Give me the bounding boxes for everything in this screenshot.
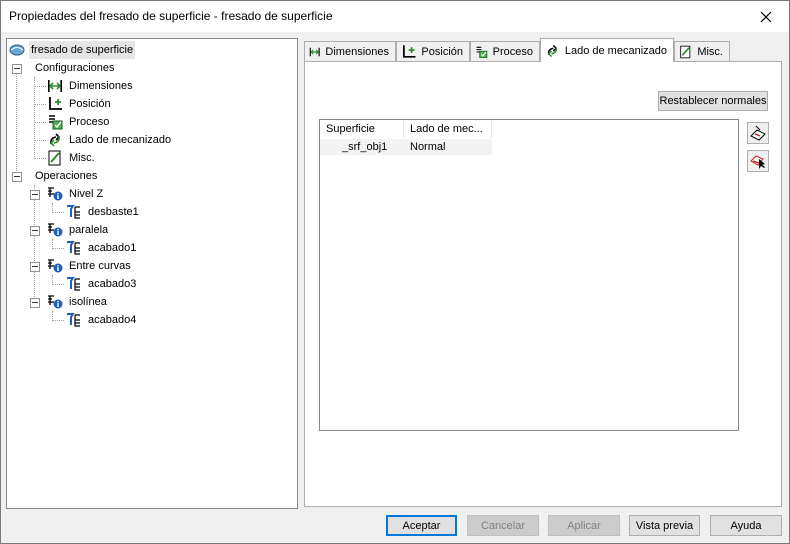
tree-item-dimensions[interactable]: Dimensiones <box>47 77 135 95</box>
tree-op-child[interactable]: desbaste1 <box>66 203 141 221</box>
properties-dialog: Propiedades del fresado de superficie - … <box>0 0 790 544</box>
tree-op-child-label: acabado4 <box>88 314 137 326</box>
tree-op-child-label: acabado1 <box>88 242 137 254</box>
title-bar: Propiedades del fresado de superficie - … <box>1 1 789 32</box>
tab-position[interactable]: Posición <box>396 41 470 61</box>
group-collapse-icon[interactable] <box>30 226 40 236</box>
tree-item-label: Posición <box>69 98 111 110</box>
tab-process[interactable]: Proceso <box>470 41 540 61</box>
misc-icon <box>48 150 61 166</box>
list-item[interactable]: _srf_obj1 Normal <box>320 139 492 155</box>
tree-op-group-label: isolínea <box>69 296 107 308</box>
operation-info-icon <box>48 187 63 201</box>
group-collapse-icon[interactable] <box>30 190 40 200</box>
operation-info-icon <box>48 223 63 237</box>
configs-collapse-icon[interactable] <box>12 64 22 74</box>
tree-op-group[interactable]: isolínea <box>47 293 109 311</box>
surface-flip-icon <box>750 125 766 141</box>
tree-root-label: fresado de superficie <box>29 41 136 59</box>
dimensions-icon <box>309 47 320 56</box>
machining-side-icon <box>547 44 558 57</box>
select-surface-button[interactable] <box>747 150 769 172</box>
apply-button[interactable]: Aplicar <box>548 515 620 536</box>
accept-button[interactable]: Aceptar <box>386 515 457 536</box>
tree-item-process[interactable]: Proceso <box>47 113 111 131</box>
list-header: Superficie Lado de mec... <box>320 120 492 138</box>
position-icon <box>49 97 62 110</box>
cell-surface: _srf_obj1 <box>342 141 388 153</box>
tree-configurations-label: Configuraciones <box>35 62 115 74</box>
process-icon <box>476 46 488 58</box>
operation-info-icon <box>48 259 63 273</box>
tree-op-child[interactable]: acabado4 <box>66 311 138 329</box>
window-title: Propiedades del fresado de superficie - … <box>9 9 333 23</box>
tree-op-child-label: acabado3 <box>88 278 137 290</box>
group-collapse-icon[interactable] <box>30 262 40 272</box>
toolpath-icon <box>67 313 80 327</box>
surface-list[interactable]: Superficie Lado de mec... _srf_obj1 Norm… <box>319 119 739 431</box>
tree-item-misc[interactable]: Misc. <box>47 149 97 167</box>
toolpath-icon <box>67 277 80 291</box>
tab-label: Dimensiones <box>325 45 389 58</box>
tree-op-group[interactable]: Entre curvas <box>47 257 133 275</box>
tree-op-group[interactable]: paralela <box>47 221 110 239</box>
tab-label: Lado de mecanizado <box>564 44 667 57</box>
toolpath-icon <box>67 205 80 219</box>
tree-item-label: Lado de mecanizado <box>69 134 172 146</box>
group-collapse-icon[interactable] <box>30 298 40 308</box>
dimensions-icon <box>48 80 62 92</box>
operations-collapse-icon[interactable] <box>12 172 22 182</box>
reset-normals-button[interactable]: Restablecer normales <box>658 91 768 111</box>
tab-label: Misc. <box>697 45 723 58</box>
tree-op-child-label: desbaste1 <box>88 206 139 218</box>
tree-op-group[interactable]: Nivel Z <box>47 185 105 203</box>
tree-op-child[interactable]: acabado1 <box>66 239 138 257</box>
toolpath-icon <box>67 241 80 255</box>
tab-label: Posición <box>421 45 463 58</box>
tree-op-group-label: paralela <box>69 224 109 236</box>
cell-side: Normal <box>410 141 446 153</box>
machining-side-icon <box>49 133 61 147</box>
tree-op-group-label: Entre curvas <box>69 260 131 272</box>
tree-item-label: Misc. <box>69 152 95 164</box>
cancel-button[interactable]: Cancelar <box>467 515 539 536</box>
operation-info-icon <box>48 295 63 309</box>
close-icon <box>760 11 772 22</box>
settings-tree[interactable]: fresado de superficie Configuraciones Di… <box>6 38 298 509</box>
tree-op-child[interactable]: acabado3 <box>66 275 138 293</box>
misc-icon <box>680 45 691 58</box>
tree-op-group-label: Nivel Z <box>69 188 104 200</box>
process-icon <box>49 115 63 130</box>
tree-configurations[interactable]: Configuraciones <box>33 59 117 77</box>
tab-dimensions[interactable]: Dimensiones <box>304 41 396 61</box>
tree-item-position[interactable]: Posición <box>47 95 113 113</box>
tab-machining-side[interactable]: Lado de mecanizado <box>540 38 674 62</box>
tree-item-machining-side[interactable]: Lado de mecanizado <box>47 131 173 149</box>
surface-pick-icon <box>750 155 765 169</box>
flip-side-button[interactable] <box>747 122 769 144</box>
column-machining-side[interactable]: Lado de mec... <box>404 120 492 138</box>
tab-control: Dimensiones Posición Proceso Lado de mec… <box>304 38 782 507</box>
tab-misc[interactable]: Misc. <box>674 41 730 61</box>
help-button[interactable]: Ayuda <box>710 515 782 536</box>
tree-item-label: Proceso <box>69 116 110 128</box>
surface-mill-icon <box>9 44 25 56</box>
tree-operations[interactable]: Operaciones <box>33 167 99 185</box>
machining-side-panel: Restablecer normales Superficie Lado de … <box>304 61 782 507</box>
column-surface[interactable]: Superficie <box>320 120 404 138</box>
tree-item-label: Dimensiones <box>69 80 133 92</box>
tree-root[interactable]: fresado de superficie <box>9 41 136 59</box>
tree-operations-label: Operaciones <box>35 170 98 182</box>
preview-button[interactable]: Vista previa <box>629 515 700 536</box>
close-button[interactable] <box>743 1 789 32</box>
tab-label: Proceso <box>492 45 533 58</box>
position-icon <box>403 44 416 58</box>
